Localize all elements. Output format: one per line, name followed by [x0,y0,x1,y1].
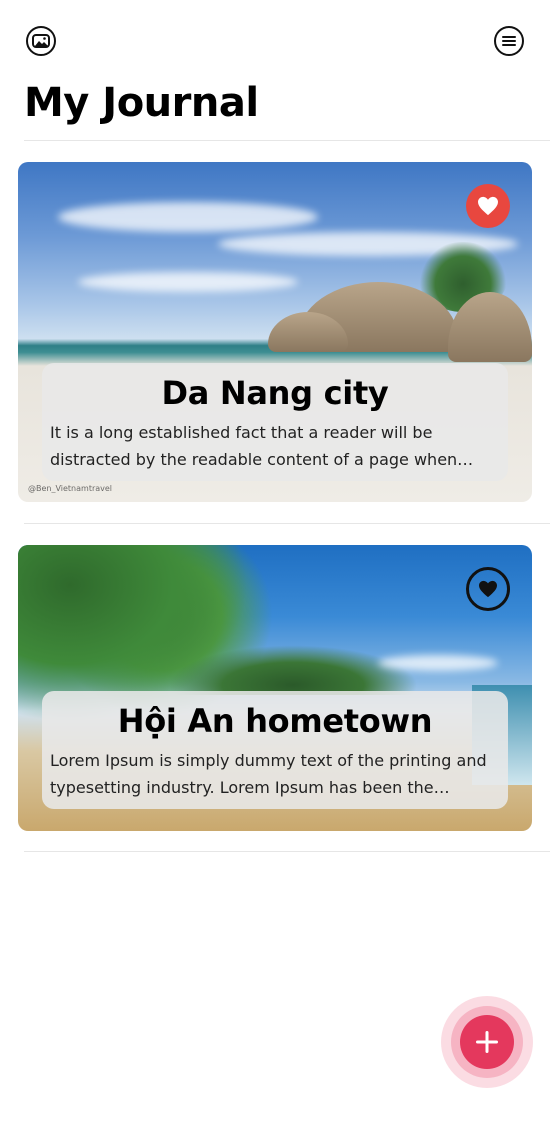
journal-card-da-nang[interactable]: Da Nang city It is a long established fa… [18,162,532,502]
plus-icon [476,1031,498,1053]
favorite-button[interactable] [466,184,510,228]
photos-button[interactable] [26,26,56,56]
card-caption: Hội An hometown Lorem Ipsum is simply du… [42,691,508,809]
entry-excerpt: Lorem Ipsum is simply dummy text of the … [50,751,487,797]
card-caption: Da Nang city It is a long established fa… [42,363,508,481]
entry-title: Da Nang city [161,374,389,412]
menu-icon [502,36,516,46]
journal-card-hoi-an[interactable]: Hội An hometown Lorem Ipsum is simply du… [18,545,532,831]
entry-excerpt: It is a long established fact that a rea… [50,423,458,469]
photos-icon [32,34,50,48]
menu-button[interactable] [494,26,524,56]
header-divider [24,140,550,141]
card-divider [24,523,550,524]
heart-icon [479,580,497,598]
entry-title: Hội An hometown [117,702,433,740]
card-divider [24,851,550,852]
top-bar [0,0,550,80]
photo-watermark: @Ben_Vietnamtravel [28,484,113,493]
add-entry-button[interactable] [460,1015,514,1069]
favorite-button[interactable] [466,567,510,611]
page-title: My Journal [24,80,259,126]
heart-icon [478,196,498,216]
